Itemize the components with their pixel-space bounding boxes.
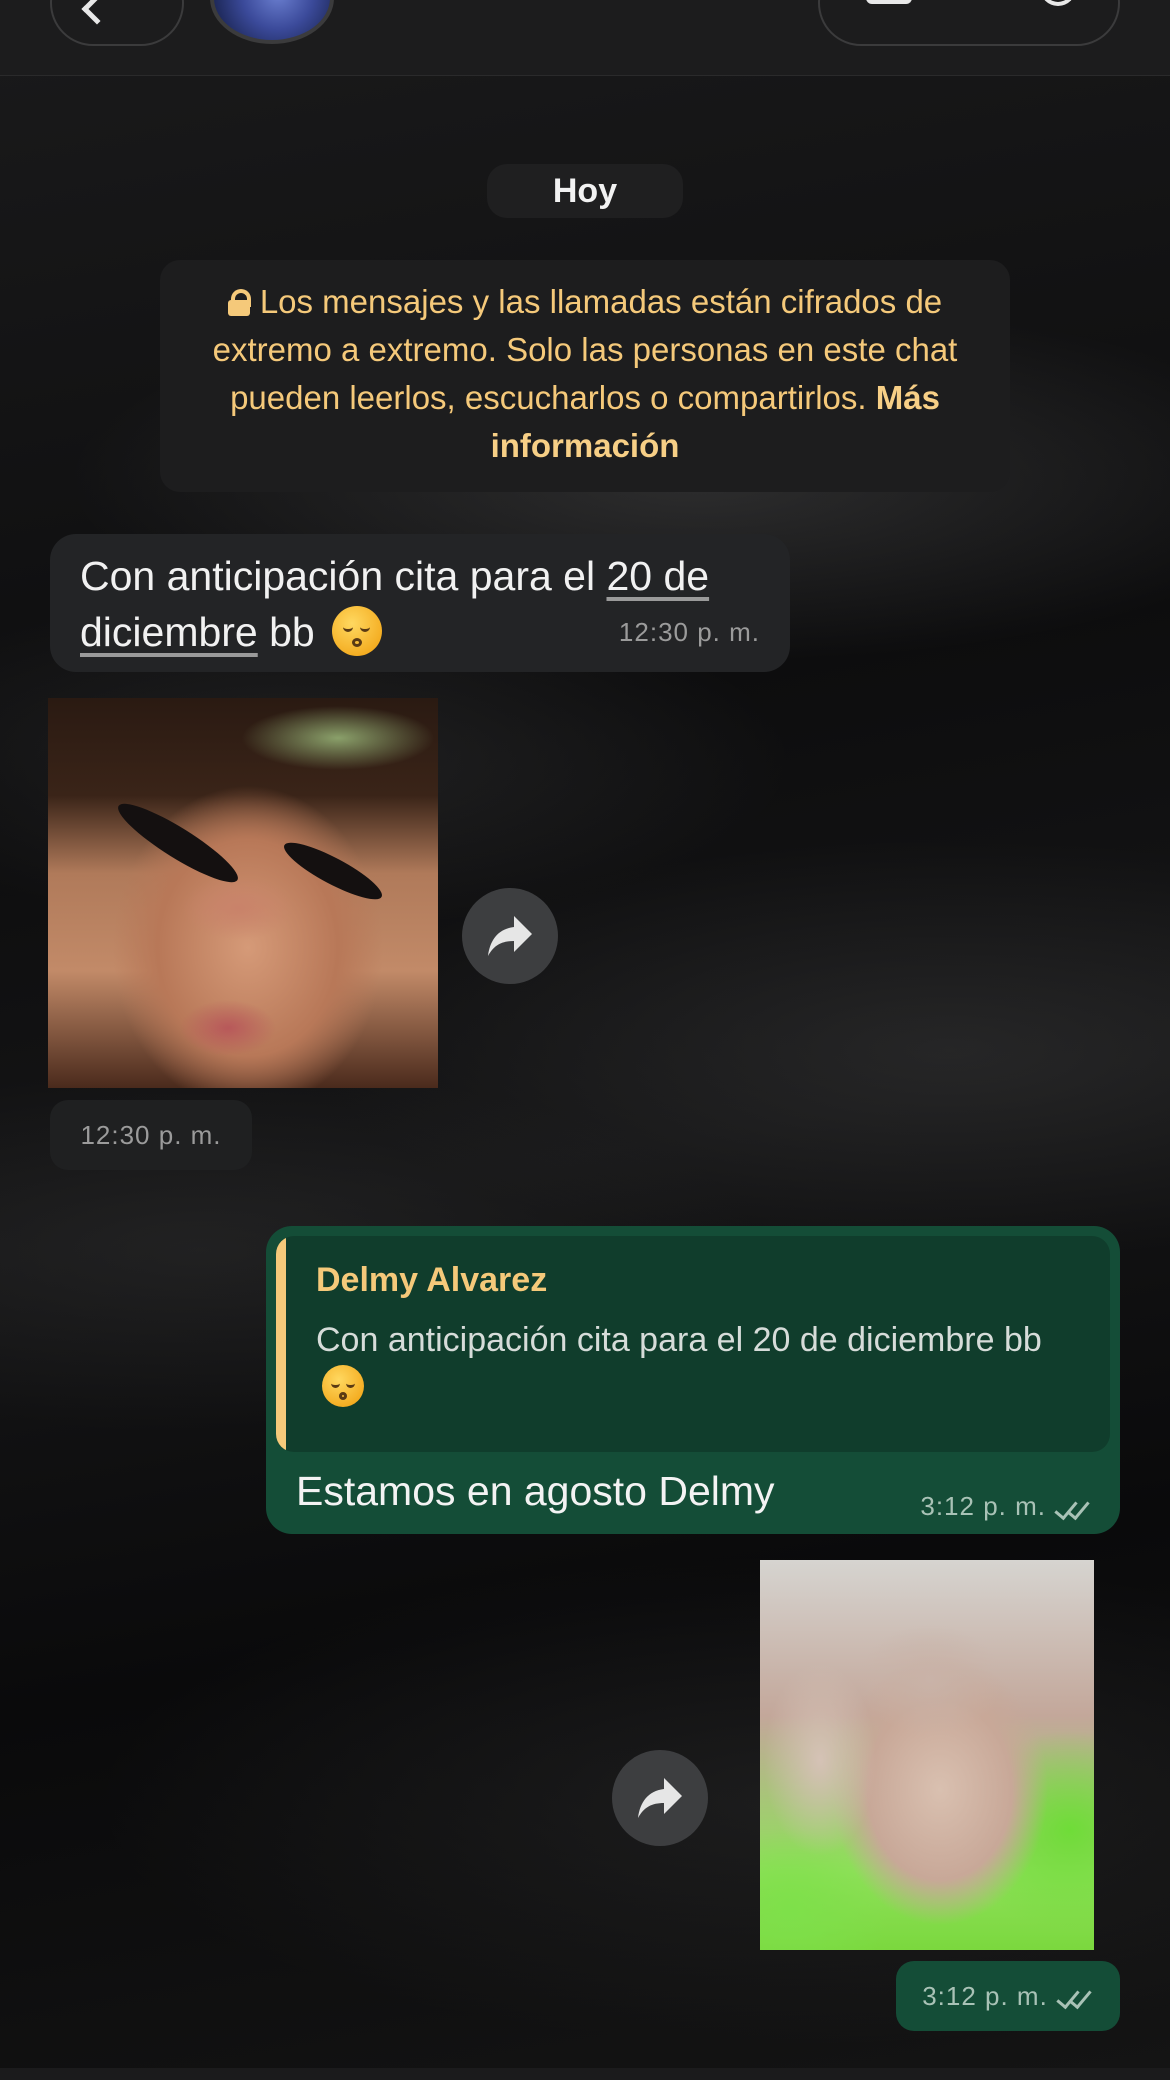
kissing-face-emoji-icon	[322, 1365, 364, 1407]
forward-arrow-icon	[638, 1778, 682, 1818]
forward-arrow-icon	[488, 916, 532, 956]
incoming-sticker[interactable]	[48, 698, 438, 1088]
message-meta: 3:12 p. m.	[920, 1491, 1092, 1522]
composer-bar-edge	[0, 2068, 1170, 2080]
phone-call-icon[interactable]	[1040, 0, 1076, 6]
encryption-notice-text: Los mensajes y las llamadas están cifrad…	[212, 283, 958, 416]
outgoing-sticker[interactable]	[760, 1560, 1094, 1950]
message-text: Con anticipación cita para el	[80, 553, 607, 599]
message-time: 3:12 p. m.	[922, 1980, 1048, 2011]
video-call-icon[interactable]	[866, 0, 912, 4]
message-time: 3:12 p. m.	[920, 1491, 1046, 1521]
quoted-author: Delmy Alvarez	[316, 1261, 548, 1299]
message-text-tail: bb	[257, 609, 315, 655]
contact-avatar[interactable]	[210, 0, 334, 44]
incoming-message[interactable]: Con anticipación cita para el 20 de dici…	[50, 534, 790, 672]
message-time: 12:30 p. m.	[618, 617, 760, 647]
chevron-left-icon	[81, 0, 113, 25]
message-text: Estamos en agosto Delmy	[296, 1468, 775, 1514]
back-button[interactable]	[50, 0, 184, 46]
chat-header	[0, 0, 1170, 76]
kissing-face-emoji-icon	[332, 606, 383, 656]
date-separator: Hoy	[487, 164, 683, 218]
quoted-message[interactable]: Delmy Alvarez Con anticipación cita para…	[276, 1236, 1110, 1452]
forward-button[interactable]	[462, 888, 558, 984]
encryption-notice[interactable]: Los mensajes y las llamadas están cifrad…	[160, 260, 1010, 492]
forward-button[interactable]	[612, 1750, 708, 1846]
outgoing-reply-message[interactable]: Delmy Alvarez Con anticipación cita para…	[266, 1226, 1120, 1534]
sticker-time: 12:30 p. m.	[50, 1100, 252, 1170]
double-check-icon	[1054, 1495, 1092, 1520]
double-check-icon	[1056, 1984, 1094, 2010]
call-actions	[818, 0, 1120, 46]
lock-icon	[227, 289, 251, 316]
sticker-meta: 3:12 p. m.	[896, 1961, 1120, 2031]
quoted-text: Con anticipación cita para el 20 de dici…	[316, 1316, 1086, 1412]
